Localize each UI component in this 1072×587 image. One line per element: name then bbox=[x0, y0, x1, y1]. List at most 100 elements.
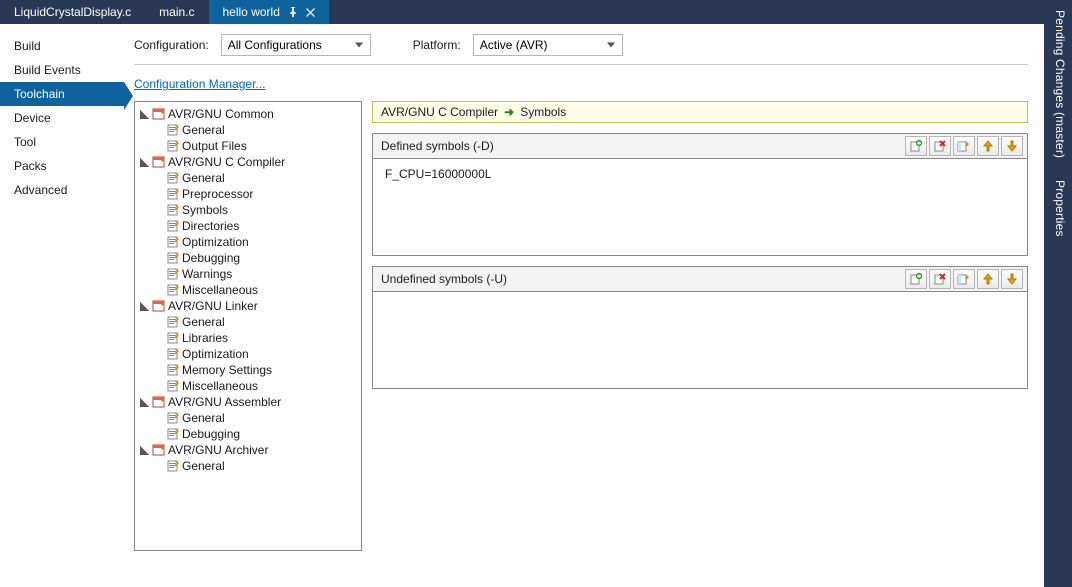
toolchain-detail: AVR/GNU C Compiler ➜ Symbols Defined sym… bbox=[372, 101, 1028, 551]
tree-item-label: Miscellaneous bbox=[182, 282, 258, 298]
tree-group-label: AVR/GNU Assembler bbox=[168, 394, 281, 410]
tree-item[interactable]: Optimization bbox=[153, 234, 359, 250]
tree-item[interactable]: General bbox=[153, 314, 359, 330]
property-page-icon bbox=[166, 267, 180, 281]
tab-label: hello world bbox=[223, 5, 280, 19]
expander-icon[interactable] bbox=[139, 109, 150, 120]
remove-item-icon[interactable] bbox=[929, 269, 951, 289]
defined-symbols-toolbar bbox=[901, 134, 1027, 158]
properties-side-nav: Build Build Events Toolchain Device Tool… bbox=[0, 24, 124, 587]
tree-item-label: Warnings bbox=[182, 266, 232, 282]
property-page-icon bbox=[166, 139, 180, 153]
panel-pending-changes[interactable]: Pending Changes (master) bbox=[1044, 0, 1072, 168]
tab-file[interactable]: main.c bbox=[145, 0, 208, 24]
tree-group[interactable]: AVR/GNU Linker bbox=[139, 298, 359, 314]
property-page-icon bbox=[166, 283, 180, 297]
tab-label: main.c bbox=[159, 5, 194, 19]
toolchain-tree[interactable]: AVR/GNU CommonGeneralOutput FilesAVR/GNU… bbox=[134, 101, 362, 551]
tree-item[interactable]: Libraries bbox=[153, 330, 359, 346]
edit-item-icon[interactable] bbox=[953, 269, 975, 289]
tree-item-label: Optimization bbox=[182, 346, 249, 362]
pin-icon[interactable] bbox=[288, 7, 298, 17]
nav-packs[interactable]: Packs bbox=[0, 154, 124, 178]
tab-file[interactable]: LiquidCrystalDisplay.c bbox=[0, 0, 145, 24]
tree-item[interactable]: Memory Settings bbox=[153, 362, 359, 378]
tree-item-label: Directories bbox=[182, 218, 239, 234]
configuration-label: Configuration: bbox=[134, 38, 209, 52]
property-page-icon bbox=[166, 379, 180, 393]
defined-symbols-list[interactable]: F_CPU=16000000L bbox=[373, 159, 1027, 255]
tree-item[interactable]: General bbox=[153, 410, 359, 426]
tree-item-label: Miscellaneous bbox=[182, 378, 258, 394]
tree-item[interactable]: Optimization bbox=[153, 346, 359, 362]
tree-item[interactable]: Miscellaneous bbox=[153, 378, 359, 394]
close-icon[interactable] bbox=[306, 8, 315, 17]
tree-item[interactable]: Symbols bbox=[153, 202, 359, 218]
breadcrumb-group: AVR/GNU C Compiler bbox=[381, 105, 498, 119]
nav-build-events[interactable]: Build Events bbox=[0, 58, 124, 82]
toolchain-page: Configuration: All Configurations Platfo… bbox=[124, 24, 1044, 587]
tree-item-label: Optimization bbox=[182, 234, 249, 250]
expander-icon[interactable] bbox=[139, 445, 150, 456]
tree-item[interactable]: General bbox=[153, 458, 359, 474]
move-down-icon[interactable] bbox=[1001, 269, 1023, 289]
tree-item[interactable]: Warnings bbox=[153, 266, 359, 282]
property-group-icon bbox=[152, 299, 166, 313]
undefined-symbols-list[interactable] bbox=[373, 292, 1027, 388]
tree-item[interactable]: Debugging bbox=[153, 426, 359, 442]
tree-group[interactable]: AVR/GNU C Compiler bbox=[139, 154, 359, 170]
configuration-select[interactable]: All Configurations bbox=[221, 34, 371, 56]
tree-item-label: General bbox=[182, 458, 225, 474]
remove-item-icon[interactable] bbox=[929, 136, 951, 156]
add-item-icon[interactable] bbox=[905, 136, 927, 156]
tree-group[interactable]: AVR/GNU Assembler bbox=[139, 394, 359, 410]
tree-group-label: AVR/GNU Archiver bbox=[168, 442, 268, 458]
edit-item-icon[interactable] bbox=[953, 136, 975, 156]
property-page-icon bbox=[166, 315, 180, 329]
property-page-icon bbox=[166, 251, 180, 265]
property-group-icon bbox=[152, 155, 166, 169]
defined-symbol[interactable]: F_CPU=16000000L bbox=[383, 165, 1017, 183]
defined-symbols-group: Defined symbols (-D) F_CPU=16000000L bbox=[372, 133, 1028, 256]
nav-build[interactable]: Build bbox=[0, 34, 124, 58]
breadcrumb: AVR/GNU C Compiler ➜ Symbols bbox=[372, 101, 1028, 123]
tree-item-label: Preprocessor bbox=[182, 186, 253, 202]
tree-item[interactable]: Debugging bbox=[153, 250, 359, 266]
nav-advanced[interactable]: Advanced bbox=[0, 178, 124, 202]
config-row: Configuration: All Configurations Platfo… bbox=[134, 34, 1028, 56]
tree-item[interactable]: General bbox=[153, 122, 359, 138]
property-page-icon bbox=[166, 331, 180, 345]
nav-tool[interactable]: Tool bbox=[0, 130, 124, 154]
property-page-icon bbox=[166, 187, 180, 201]
configuration-manager-link[interactable]: Configuration Manager... bbox=[134, 77, 265, 91]
tree-item[interactable]: Output Files bbox=[153, 138, 359, 154]
tree-group[interactable]: AVR/GNU Archiver bbox=[139, 442, 359, 458]
tree-group-label: AVR/GNU C Compiler bbox=[168, 154, 285, 170]
panel-properties[interactable]: Properties bbox=[1044, 170, 1072, 247]
tree-item[interactable]: Directories bbox=[153, 218, 359, 234]
expander-icon[interactable] bbox=[139, 397, 150, 408]
property-group-icon bbox=[152, 443, 166, 457]
tree-group[interactable]: AVR/GNU Common bbox=[139, 106, 359, 122]
arrow-right-icon: ➜ bbox=[504, 105, 514, 119]
platform-label: Platform: bbox=[413, 38, 461, 52]
tree-item[interactable]: General bbox=[153, 170, 359, 186]
nav-toolchain[interactable]: Toolchain bbox=[0, 82, 124, 106]
tree-item[interactable]: Preprocessor bbox=[153, 186, 359, 202]
property-page-icon bbox=[166, 411, 180, 425]
divider bbox=[134, 64, 1028, 65]
move-down-icon[interactable] bbox=[1001, 136, 1023, 156]
tree-item-label: Output Files bbox=[182, 138, 247, 154]
platform-select[interactable]: Active (AVR) bbox=[473, 34, 623, 56]
add-item-icon[interactable] bbox=[905, 269, 927, 289]
right-docked-panels: Pending Changes (master) Properties bbox=[1044, 0, 1072, 587]
move-up-icon[interactable] bbox=[977, 136, 999, 156]
tree-item[interactable]: Miscellaneous bbox=[153, 282, 359, 298]
move-up-icon[interactable] bbox=[977, 269, 999, 289]
nav-device[interactable]: Device bbox=[0, 106, 124, 130]
tree-item-label: General bbox=[182, 170, 225, 186]
expander-icon[interactable] bbox=[139, 301, 150, 312]
breadcrumb-leaf: Symbols bbox=[520, 105, 566, 119]
tab-project-properties[interactable]: hello world bbox=[209, 0, 329, 24]
expander-icon[interactable] bbox=[139, 157, 150, 168]
